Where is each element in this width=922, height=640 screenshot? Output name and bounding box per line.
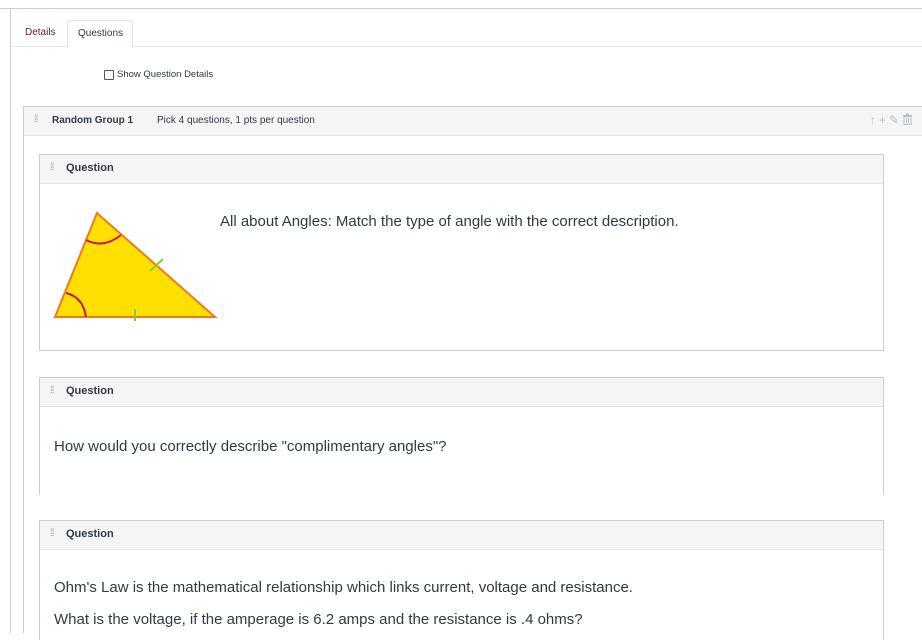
question-text: How would you correctly describe "compli… [54,438,447,455]
group-actions: ↑ + ✎ [870,113,913,128]
arrow-up-icon[interactable]: ↑ [870,113,876,128]
drag-handle-icon[interactable]: ⁞⁞ [50,528,54,539]
trash-icon[interactable] [902,113,913,128]
question-title: Question [66,162,114,174]
drag-handle-icon[interactable]: ⁞⁞ [50,162,54,173]
question-text-line-2: What is the voltage, if the amperage is … [54,611,583,628]
question-title: Question [66,528,114,540]
question-header: ⁞⁞ Question [40,521,883,550]
frame-left-border [10,8,11,633]
question-group: ⁞⁞ Random Group 1 Pick 4 questions, 1 pt… [23,106,922,640]
tab-questions[interactable]: Questions [67,20,133,47]
drag-handle-icon[interactable]: ⁞⁞ [34,114,38,125]
question-text: Ohm's Law is the mathematical relationsh… [54,579,633,596]
tab-details[interactable]: Details [15,20,66,46]
group-title: Random Group 1 [52,115,134,126]
group-header: ⁞⁞ Random Group 1 Pick 4 questions, 1 pt… [24,107,922,136]
drag-handle-icon[interactable]: ⁞⁞ [50,385,54,396]
pencil-icon[interactable]: ✎ [889,113,899,128]
question-title: Question [66,385,114,397]
show-question-details-label: Show Question Details [117,69,214,80]
question-header: ⁞⁞ Question [40,155,883,184]
question-card: ⁞⁞ Question Ohm's Law is the mathematica… [39,520,884,640]
frame-top-border [0,8,922,9]
show-question-details-checkbox[interactable] [104,69,114,80]
group-pick-summary: Pick 4 questions, 1 pts per question [157,115,315,126]
plus-icon[interactable]: + [879,113,886,128]
tab-bar: Details Questions [11,20,922,47]
question-header: ⁞⁞ Question [40,378,883,407]
question-card: ⁞⁞ Question How would you correctly desc… [39,377,884,495]
triangle-angles-figure [53,211,218,321]
question-card: ⁞⁞ Question All about Angles: Match the … [39,154,884,351]
show-question-details-toggle[interactable]: Show Question Details [104,69,213,80]
question-text: All about Angles: Match the type of angl… [220,213,679,230]
